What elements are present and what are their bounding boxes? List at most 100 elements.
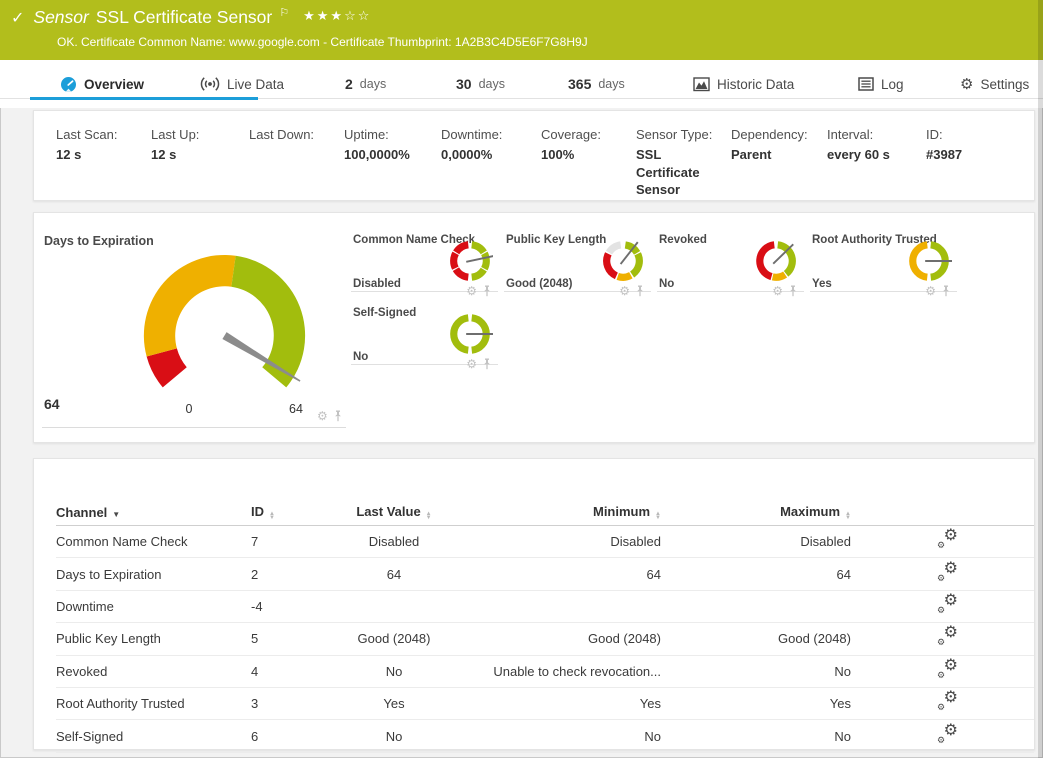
gear-icon[interactable]: ⚙: [925, 285, 936, 297]
gauge-current-value: 64: [44, 396, 60, 412]
channel-name[interactable]: Downtime: [56, 599, 251, 614]
sensor-info-bar: Last Scan:12 s Last Up:12 s Last Down: U…: [33, 110, 1035, 201]
channel-settings-gears-icon[interactable]: ⚙⚙: [937, 564, 958, 582]
pin-icon[interactable]: [635, 285, 645, 297]
column-header-maximum[interactable]: Maximum▲▼: [661, 504, 851, 521]
pin-icon[interactable]: [482, 285, 492, 297]
common-name-check-gauge-dial: [447, 238, 493, 284]
root-authority-trusted-gauge-dial: [906, 238, 952, 284]
gauge-tools: ⚙: [925, 285, 951, 297]
info-id: ID:#3987: [926, 127, 1034, 199]
revoked-gauge-dial: [753, 238, 799, 284]
channel-name[interactable]: Self-Signed: [56, 729, 251, 744]
pin-icon[interactable]: [482, 358, 492, 370]
gauge-scale-min: 0: [186, 402, 193, 416]
info-sensor-type: Sensor Type:SSL Certificate Sensor: [636, 127, 731, 199]
gauge-tools: ⚙: [772, 285, 798, 297]
gauge-icon: [60, 76, 77, 93]
channel-name[interactable]: Common Name Check: [56, 534, 251, 549]
channel-name[interactable]: Revoked: [56, 664, 251, 679]
table-row: Self-Signed 6 No No No ⚙⚙: [56, 720, 1034, 752]
gauge-value: Yes: [812, 278, 832, 290]
pin-icon[interactable]: [788, 285, 798, 297]
gauge-common-name-check: Common Name Check Disabled ⚙: [351, 236, 498, 292]
table-row: Common Name Check 7 Disabled Disabled Di…: [56, 526, 1034, 558]
sensor-title-row: ✓ Sensor SSL Certificate Sensor ⚐ ★★★☆☆: [11, 7, 371, 28]
column-header-id[interactable]: ID▲▼: [251, 504, 339, 521]
tab-live-data-label: Live Data: [227, 77, 284, 92]
public-key-length-gauge-dial: [600, 238, 646, 284]
prtg-sensor-page: ✓ Sensor SSL Certificate Sensor ⚐ ★★★☆☆ …: [0, 0, 1043, 758]
gear-icon[interactable]: ⚙: [619, 285, 630, 297]
broadcast-icon: [200, 76, 220, 92]
sort-icon: ▲▼: [845, 512, 851, 521]
channel-table-panel: Channel▼ ID▲▼ Last Value▲▼ Minimum▲▼ Max…: [33, 458, 1035, 750]
active-tab-underline: [30, 97, 258, 100]
sort-desc-icon: ▼: [112, 510, 120, 519]
gauge-scale-max: 64: [289, 402, 303, 416]
scrollbar[interactable]: [1038, 0, 1043, 758]
channel-name[interactable]: Public Key Length: [56, 631, 251, 646]
gauge-tools: ⚙: [466, 358, 492, 370]
info-downtime: Downtime:0,0000%: [441, 127, 541, 199]
status-ok-check-icon: ✓: [11, 8, 24, 28]
tab-365-days[interactable]: 365 days: [568, 73, 625, 95]
gauge-revoked: Revoked No ⚙: [657, 236, 804, 292]
gear-icon[interactable]: ⚙: [466, 285, 477, 297]
tab-historic-data[interactable]: Historic Data: [693, 73, 794, 95]
column-header-channel[interactable]: Channel▼: [56, 505, 251, 520]
info-interval: Interval:every 60 s: [827, 127, 926, 199]
tab-2-days-number: 2: [345, 76, 353, 92]
channel-settings-gears-icon[interactable]: ⚙⚙: [937, 531, 958, 549]
tab-settings[interactable]: ⚙ Settings: [960, 73, 1029, 95]
area-chart-icon: [693, 77, 710, 92]
table-header-row: Channel▼ ID▲▼ Last Value▲▼ Minimum▲▼ Max…: [56, 499, 1034, 526]
pin-icon[interactable]: [941, 285, 951, 297]
table-row: Downtime -4 ⚙⚙: [56, 591, 1034, 623]
channel-name[interactable]: Days to Expiration: [56, 567, 251, 582]
flag-icon[interactable]: ⚐: [279, 6, 289, 19]
gauge-public-key-length: Public Key Length Good (2048) ⚙: [504, 236, 651, 292]
log-list-icon: [858, 77, 874, 91]
tab-30-days-unit: days: [479, 77, 505, 91]
channel-settings-gears-icon[interactable]: ⚙⚙: [937, 661, 958, 679]
pin-icon[interactable]: [333, 410, 343, 422]
gauge-value: No: [659, 278, 674, 290]
channel-settings-gears-icon[interactable]: ⚙⚙: [937, 726, 958, 744]
gear-icon[interactable]: ⚙: [466, 358, 477, 370]
tab-live-data[interactable]: Live Data: [200, 73, 284, 95]
gear-icon[interactable]: ⚙: [317, 410, 328, 422]
tab-overview[interactable]: Overview: [60, 73, 144, 95]
gauge-tools: ⚙: [466, 285, 492, 297]
info-last-down: Last Down:: [249, 127, 344, 199]
info-coverage: Coverage:100%: [541, 127, 636, 199]
gauge-value: Good (2048): [506, 278, 572, 290]
gear-icon[interactable]: ⚙: [772, 285, 783, 297]
table-row: Revoked 4 No Unable to check revocation.…: [56, 656, 1034, 688]
self-signed-gauge-dial: [447, 311, 493, 357]
channel-table: Channel▼ ID▲▼ Last Value▲▼ Minimum▲▼ Max…: [34, 459, 1034, 753]
gauge-root-authority-trusted: Root Authority Trusted Yes ⚙: [810, 236, 957, 292]
star-rating[interactable]: ★★★☆☆: [303, 8, 371, 24]
channel-name[interactable]: Root Authority Trusted: [56, 696, 251, 711]
gauge-value: No: [353, 351, 368, 363]
column-header-last-value[interactable]: Last Value▲▼: [339, 504, 449, 521]
column-header-minimum[interactable]: Minimum▲▼: [449, 504, 661, 521]
channel-settings-gears-icon[interactable]: ⚙⚙: [937, 693, 958, 711]
tab-historic-data-label: Historic Data: [717, 77, 794, 92]
gauge-title: Revoked: [659, 234, 707, 246]
gauge-tools: ⚙: [317, 410, 343, 422]
sort-icon: ▲▼: [426, 512, 432, 521]
gauge-value: Disabled: [353, 278, 401, 290]
page-title: SSL Certificate Sensor: [96, 7, 272, 28]
tab-30-days-number: 30: [456, 76, 472, 92]
gauges-panel: Days to Expiration 64 0 64 ⚙ Common Name: [33, 212, 1035, 443]
days-to-expiration-gauge-dial: [120, 236, 329, 402]
gear-icon: ⚙: [960, 77, 973, 92]
tab-log[interactable]: Log: [858, 73, 904, 95]
tab-365-days-number: 365: [568, 76, 591, 92]
channel-settings-gears-icon[interactable]: ⚙⚙: [937, 628, 958, 646]
tab-30-days[interactable]: 30 days: [456, 73, 505, 95]
tab-2-days[interactable]: 2 days: [345, 73, 386, 95]
channel-settings-gears-icon[interactable]: ⚙⚙: [937, 596, 958, 614]
